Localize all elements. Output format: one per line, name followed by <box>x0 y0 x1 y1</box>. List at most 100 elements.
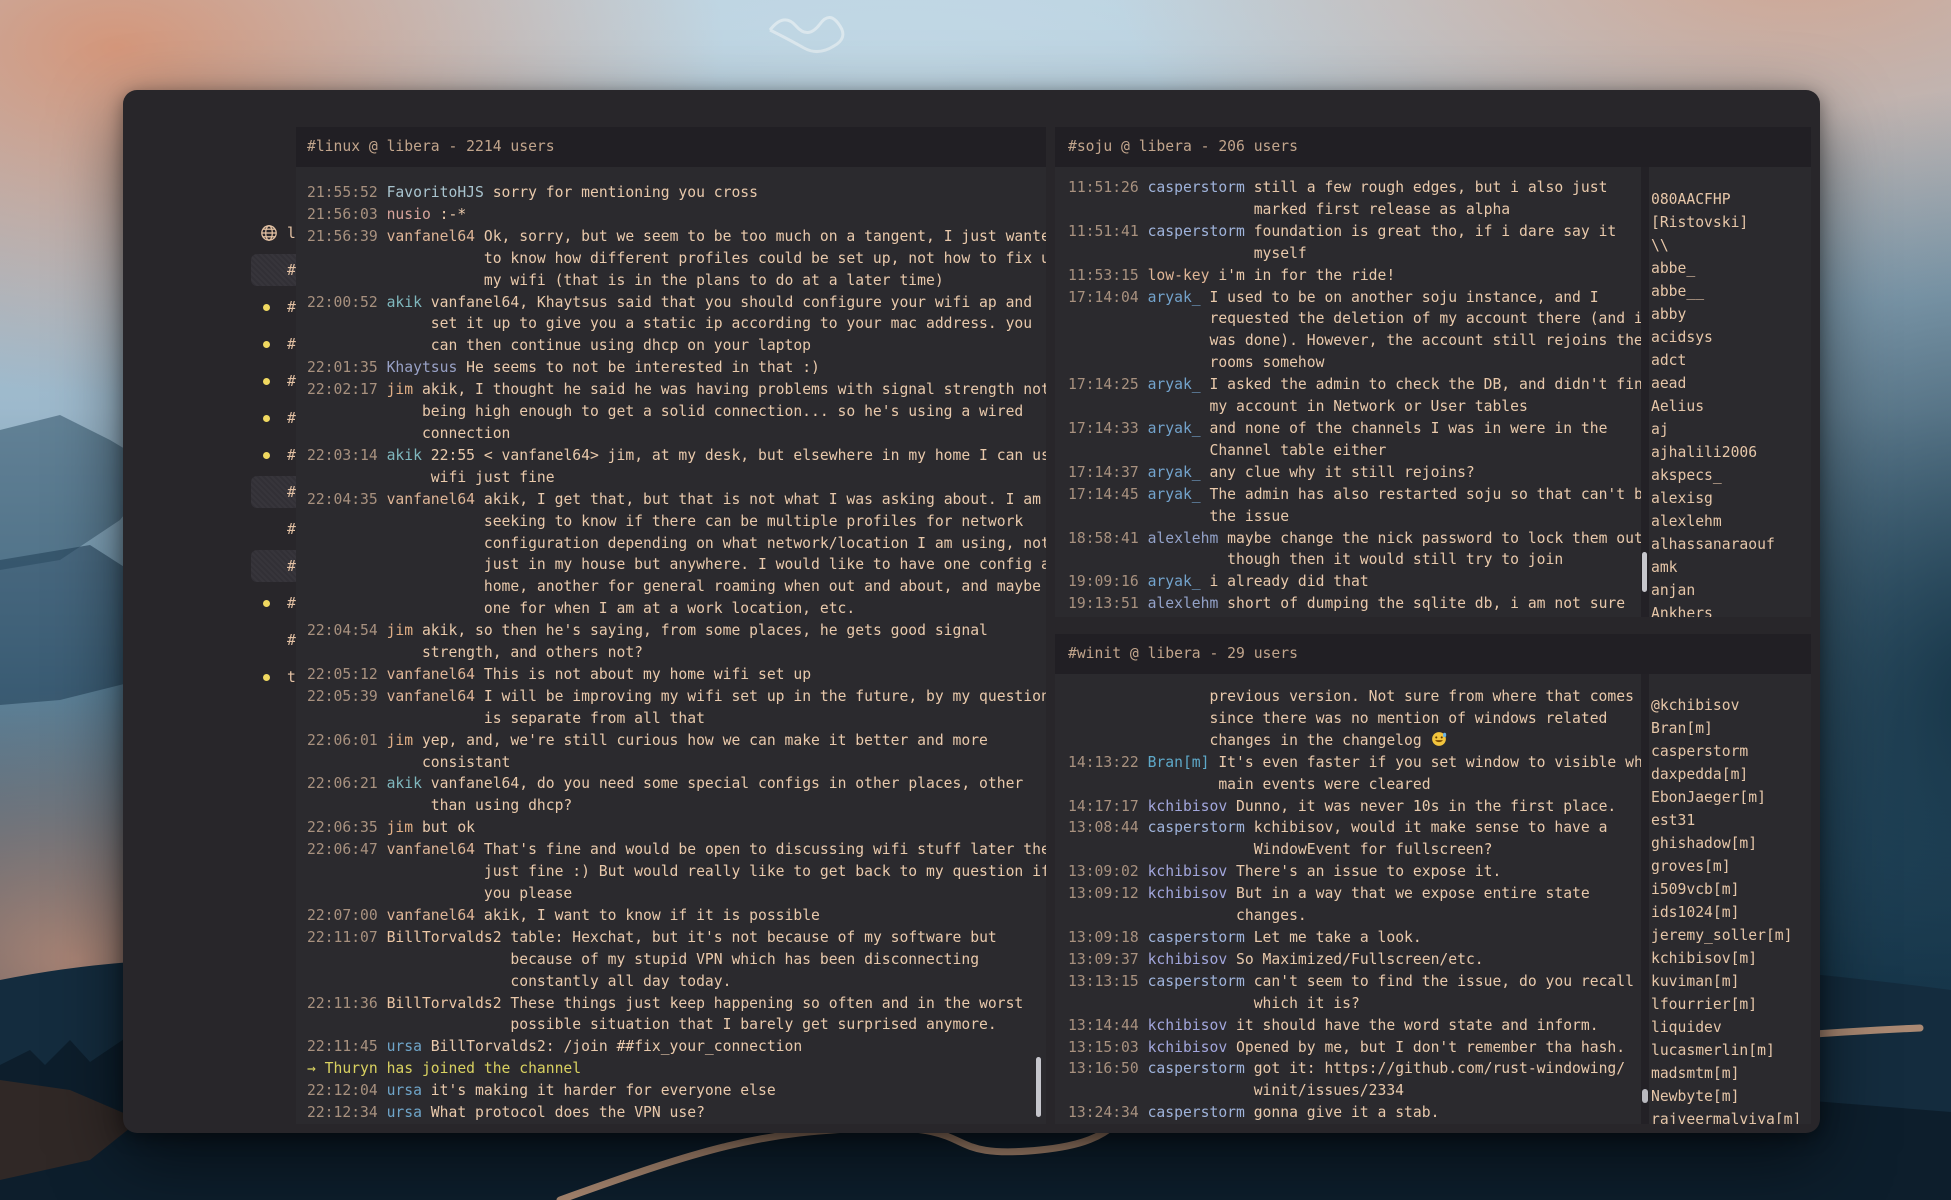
message-timestamp: 17:14:25 <box>1068 376 1139 393</box>
userlist-item[interactable]: Bran[m] <box>1651 717 1809 740</box>
userlist-item[interactable]: est31 <box>1651 809 1809 832</box>
message-nick[interactable]: aryak_ <box>1148 289 1201 306</box>
message-nick[interactable]: kchibisov <box>1148 885 1228 902</box>
pane-linux-messages: 21:55:52 FavoritoHJS sorry for mentionin… <box>296 167 1046 1124</box>
userlist-item[interactable]: casperstorm <box>1651 740 1809 763</box>
message-nick[interactable]: vanfanel64 <box>387 907 475 924</box>
userlist-item[interactable]: alhassanaraouf <box>1651 533 1809 556</box>
userlist-item[interactable]: groves[m] <box>1651 855 1809 878</box>
message-nick[interactable]: kchibisov <box>1148 1039 1228 1056</box>
message-nick[interactable]: kchibisov <box>1148 951 1228 968</box>
message-nick[interactable]: casperstorm <box>1148 973 1245 990</box>
message-nick[interactable]: kchibisov <box>1148 798 1228 815</box>
userlist-item[interactable]: 080AACFHP <box>1651 188 1809 211</box>
userlist-item[interactable]: lucasmerlin[m] <box>1651 1039 1809 1062</box>
message-line: 22:04:35 vanfanel64 akik, I get that, bu… <box>307 489 1046 511</box>
message-nick[interactable]: akik <box>387 447 422 464</box>
message-nick[interactable]: ursa <box>387 1104 422 1121</box>
userlist-item[interactable]: kuviman[m] <box>1651 970 1809 993</box>
message-nick[interactable]: aryak_ <box>1148 573 1201 590</box>
message-nick[interactable]: vanfanel64 <box>387 491 475 508</box>
message-nick[interactable]: aryak_ <box>1148 420 1201 437</box>
message-timestamp: 17:14:04 <box>1068 289 1139 306</box>
userlist-item[interactable]: abbe__ <box>1651 280 1809 303</box>
message-nick[interactable]: alexlehm <box>1148 530 1219 547</box>
message-timestamp: 21:56:39 <box>307 228 378 245</box>
message-continuation-line: the issue <box>1068 506 1641 528</box>
message-nick[interactable]: alexlehm <box>1148 595 1219 612</box>
userlist-item[interactable]: madsmtm[m] <box>1651 1062 1809 1085</box>
message-nick[interactable]: BillTorvalds2 <box>387 995 502 1012</box>
userlist-item[interactable]: alexlehm <box>1651 510 1809 533</box>
userlist-item[interactable]: ajhalili2006 <box>1651 441 1809 464</box>
userlist-item[interactable]: jeremy_soller[m] <box>1651 924 1809 947</box>
userlist-item[interactable]: Ankhers <box>1651 602 1809 617</box>
message-nick[interactable]: casperstorm <box>1148 1104 1245 1121</box>
userlist-item[interactable]: adct <box>1651 349 1809 372</box>
message-nick[interactable]: jim <box>387 622 414 639</box>
userlist-item[interactable]: aead <box>1651 372 1809 395</box>
message-nick[interactable]: FavoritoHJS <box>387 184 484 201</box>
message-nick[interactable]: vanfanel64 <box>387 228 475 245</box>
message-nick[interactable]: Khaytsus <box>387 359 458 376</box>
userlist-item[interactable]: rajveermalviya[m] <box>1651 1108 1809 1124</box>
userlist-item[interactable]: acidsys <box>1651 326 1809 349</box>
pane-soju-messages: 11:51:26 casperstorm still a few rough e… <box>1055 167 1641 617</box>
message-nick[interactable]: aryak_ <box>1148 464 1201 481</box>
userlist-item[interactable]: ids1024[m] <box>1651 901 1809 924</box>
message-line: 17:14:25 aryak_ I asked the admin to che… <box>1068 374 1641 396</box>
message-nick[interactable]: jim <box>387 381 414 398</box>
userlist-item[interactable]: Newbyte[m] <box>1651 1085 1809 1108</box>
userlist-item[interactable]: anjan <box>1651 579 1809 602</box>
message-timestamp: 22:06:47 <box>307 841 378 858</box>
message-nick[interactable]: casperstorm <box>1148 1060 1245 1077</box>
message-nick[interactable]: vanfanel64 <box>387 688 475 705</box>
message-nick[interactable]: casperstorm <box>1148 929 1245 946</box>
message-nick[interactable]: jim <box>387 732 414 749</box>
message-nick[interactable]: aryak_ <box>1148 376 1201 393</box>
message-timestamp: 13:09:18 <box>1068 929 1139 946</box>
message-timestamp: 13:24:34 <box>1068 1104 1139 1121</box>
userlist-item[interactable]: abbe_ <box>1651 257 1809 280</box>
winit-scrollbar-thumb[interactable] <box>1642 1089 1648 1103</box>
message-nick[interactable]: kchibisov <box>1148 1017 1228 1034</box>
message-nick[interactable]: kchibisov <box>1148 863 1228 880</box>
userlist-item[interactable]: ghishadow[m] <box>1651 832 1809 855</box>
message-nick[interactable]: casperstorm <box>1148 179 1245 196</box>
message-nick[interactable]: aryak_ <box>1148 486 1201 503</box>
soju-scrollbar-thumb[interactable] <box>1642 552 1647 592</box>
message-nick[interactable]: akik <box>387 294 422 311</box>
message-timestamp: 11:51:41 <box>1068 223 1139 240</box>
linux-scrollbar-thumb[interactable] <box>1036 1057 1041 1117</box>
userlist-item[interactable]: alexisg <box>1651 487 1809 510</box>
userlist-item[interactable]: Aelius <box>1651 395 1809 418</box>
message-nick[interactable]: casperstorm <box>1148 223 1245 240</box>
userlist-item[interactable]: lfourrier[m] <box>1651 993 1809 1016</box>
message-nick[interactable]: ursa <box>387 1082 422 1099</box>
userlist-item[interactable]: liquidev <box>1651 1016 1809 1039</box>
userlist-item[interactable]: abby <box>1651 303 1809 326</box>
message-nick[interactable]: vanfanel64 <box>387 666 475 683</box>
message-nick[interactable]: BillTorvalds2 <box>387 929 502 946</box>
message-timestamp: 22:11:45 <box>307 1038 378 1055</box>
userlist-item[interactable]: akspecs_ <box>1651 464 1809 487</box>
message-continuation-line: one for when I am at a work location, et… <box>307 598 1046 620</box>
message-line: 22:11:07 BillTorvalds2 table: Hexchat, b… <box>307 927 1046 949</box>
message-nick[interactable]: casperstorm <box>1148 819 1245 836</box>
message-nick[interactable]: akik <box>387 775 422 792</box>
message-nick[interactable]: vanfanel64 <box>387 841 475 858</box>
message-nick[interactable]: ursa <box>387 1038 422 1055</box>
userlist-item[interactable]: EbonJaeger[m] <box>1651 786 1809 809</box>
message-nick[interactable]: low-key <box>1148 267 1210 284</box>
userlist-item[interactable]: amk <box>1651 556 1809 579</box>
message-nick[interactable]: nusio <box>387 206 431 223</box>
message-nick[interactable]: Bran[m] <box>1148 754 1210 771</box>
userlist-item[interactable]: i509vcb[m] <box>1651 878 1809 901</box>
userlist-item[interactable]: daxpedda[m] <box>1651 763 1809 786</box>
message-nick[interactable]: jim <box>387 819 414 836</box>
userlist-item[interactable]: [Ristovski] <box>1651 211 1809 234</box>
userlist-item[interactable]: \\ <box>1651 234 1809 257</box>
userlist-item[interactable]: kchibisov[m] <box>1651 947 1809 970</box>
userlist-item[interactable]: @kchibisov <box>1651 694 1809 717</box>
userlist-item[interactable]: aj <box>1651 418 1809 441</box>
